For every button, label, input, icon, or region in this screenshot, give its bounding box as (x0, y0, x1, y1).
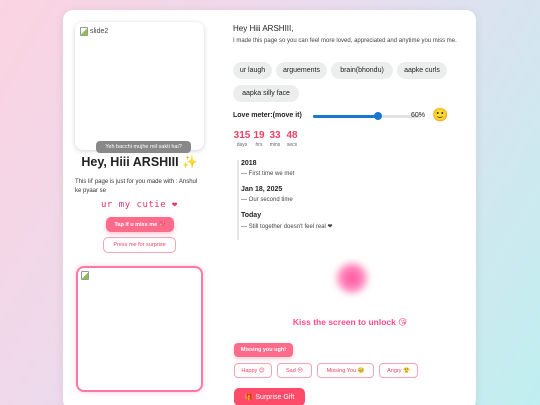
chip-brain[interactable]: brain(bhondu) (331, 62, 393, 79)
timeline-date: Today (241, 212, 262, 219)
timeline-note: — Our second time (241, 197, 293, 203)
greeting: Hey Hiii ARSHIII, (233, 24, 294, 33)
mood-missing-you-button[interactable]: Missing You 🥺 (317, 363, 374, 378)
love-meter-fill (313, 115, 378, 118)
mood-happy-button[interactable]: Happy 😊 (234, 363, 272, 378)
mood-sad-button[interactable]: Sad 😔 (277, 363, 312, 378)
intro-text: This lil' page is just for you made with… (75, 179, 198, 194)
love-meter-slider[interactable] (313, 112, 421, 120)
chip-curls[interactable]: aapke curls (397, 62, 447, 79)
countdown-secs-value: 48 (286, 130, 298, 141)
blurred-heart-icon[interactable] (334, 261, 370, 295)
slide-caption: Yeh bacchi mujhe mil sakti hai? (96, 141, 191, 153)
love-meter-thumb[interactable] (373, 112, 382, 120)
cutie-text: ur my cutie ❤ (101, 200, 178, 210)
countdown-secs-unit: secs (286, 142, 298, 148)
chip-arguements[interactable]: arguements (276, 62, 327, 79)
timeline-note: — Still together doesn't feel real ❤ (241, 224, 333, 230)
countdown-secs: 48 secs (280, 130, 304, 148)
slide-photo-card: slide2 Yeh bacchi mujhe mil sakti hai? (75, 22, 204, 153)
smiley-icon: 🙂 (432, 107, 449, 122)
broken-image-icon (81, 271, 89, 280)
slide-image: slide2 (80, 27, 108, 36)
tap-if-miss-button[interactable]: Tap if u miss me 💖 (106, 217, 174, 232)
missing-you-button[interactable]: Missing you ugh! (234, 343, 293, 357)
surprise-gift-button[interactable]: 🎁 Surprise Gift (234, 388, 305, 405)
slide-alt-text: slide2 (90, 28, 109, 35)
surprise-button[interactable]: Press me for surprise (103, 237, 176, 253)
subtext: I made this page so you can feel more lo… (233, 38, 457, 44)
mood-angry-button[interactable]: Angry 😤 (379, 363, 418, 378)
timeline-note: — First time we met (241, 171, 295, 177)
photo-frame (76, 266, 203, 392)
chip-silly-face[interactable]: aapka silly face (233, 85, 299, 102)
love-meter-label: Love meter:(move it) (233, 112, 302, 119)
timeline-date: 2018 (241, 160, 257, 167)
broken-image-icon (80, 27, 88, 36)
timeline-date: Jan 18, 2025 (241, 186, 283, 193)
page-title: Hey, Hiii ARSHIII ✨ (81, 155, 198, 169)
chip-ur-laugh[interactable]: ur laugh (233, 62, 272, 79)
love-meter-value: 60% (411, 112, 426, 119)
kiss-unlock-text: Kiss the screen to unlock 😘 (292, 317, 408, 327)
main-card: slide2 Yeh bacchi mujhe mil sakti hai? H… (63, 10, 476, 405)
timeline-line (237, 160, 239, 240)
